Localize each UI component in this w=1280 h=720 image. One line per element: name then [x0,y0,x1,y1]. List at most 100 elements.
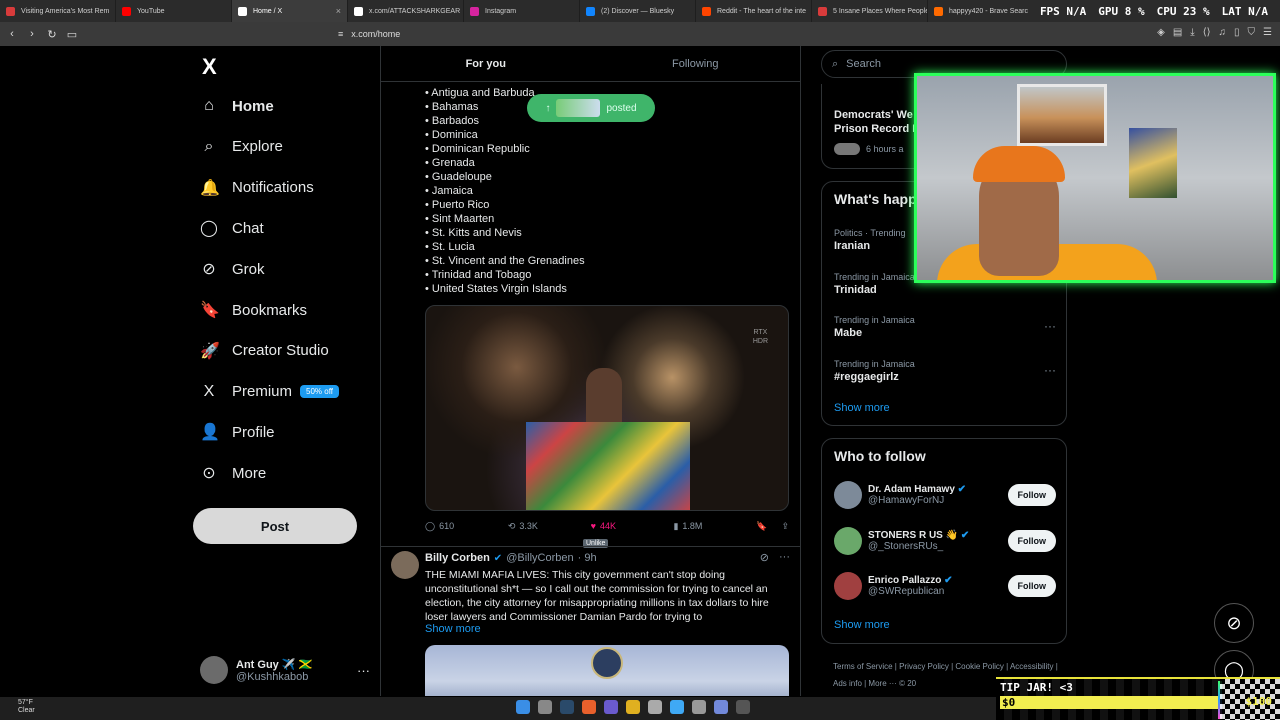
repost-button[interactable]: ⟲ 3.3K [508,521,591,532]
x-logo[interactable]: X [202,54,217,80]
grok-icon: ⊘ [202,261,216,279]
grok-float-icon[interactable]: ⊘ [1214,603,1254,643]
tweet[interactable]: Billy Corben ✔ @BillyCorben · 9h ⊘ ··· T… [381,546,800,696]
list-item: • United States Virgin Islands [425,283,567,295]
sidebar-item-bookmarks[interactable]: 🔖 Bookmarks [200,294,370,326]
app-icon[interactable] [692,700,706,714]
follow-button[interactable]: Follow [1007,484,1056,506]
sidebar-item-premium[interactable]: X Premium 50% off [200,376,370,408]
sidebar-item-label: More [232,464,267,482]
search-icon[interactable] [538,700,552,714]
sidebar-item-label: Bookmarks [232,301,308,319]
new-posts-pill[interactable]: ↑ posted [527,94,655,122]
brave-icon[interactable] [582,700,596,714]
discord-icon[interactable] [604,700,618,714]
site-info-icon[interactable]: ≡ [338,29,343,39]
url-field[interactable]: ≡ x.com/home [338,26,958,42]
rtx-hdr-badge: RTX HDR [752,329,768,345]
sidebar-item-home[interactable]: ⌂ Home [200,90,370,122]
obs-icon[interactable] [736,700,750,714]
browser-tab[interactable]: YouTube [116,0,232,22]
forward-icon[interactable]: › [24,28,40,40]
bookmark-icon[interactable]: ▯ [1234,27,1240,38]
avatar[interactable] [834,572,862,600]
author-name[interactable]: Billy Corben [425,552,490,564]
more-icon[interactable]: ··· [357,663,370,678]
account-switcher[interactable]: Ant Guy ✈️ 🇯🇲 @Kushhkabob ··· [200,650,370,690]
sidebar-item-creator-studio[interactable]: 🚀 Creator Studio [200,335,370,367]
sidebar-item-grok[interactable]: ⊘ Grok [200,253,370,285]
sidebar-item-profile[interactable]: 👤 Profile [200,416,370,448]
menu-icon[interactable]: ☰ [1263,27,1272,38]
who-show-more[interactable]: Show more [834,619,890,631]
post-button[interactable]: Post [193,508,357,544]
more-icon[interactable]: ··· [1044,363,1056,377]
sidebar-item-chat[interactable]: ◯ Chat [200,212,370,244]
weather-widget[interactable]: 57°F Clear [18,699,35,715]
reload-icon[interactable]: ↻ [44,28,60,41]
sidebar-item-label: Notifications [232,179,314,197]
follow-suggestion[interactable]: Dr. Adam Hamawy ✔ @HamawyForNJ Follow [834,479,1056,511]
sidebar-toggle-icon[interactable]: ▭ [64,28,80,41]
browser-tab[interactable]: Visiting America's Most Rem [0,0,116,22]
browser-tab[interactable]: x.com/ATTACKSHARKGEAR [348,0,464,22]
avatar[interactable] [834,481,862,509]
chat-icon[interactable] [714,700,728,714]
tweet-actions: ◯ 610 ⟲ 3.3K ♥ 44K ▮ 1.8M 🔖 ⇪ [425,518,789,534]
sidebar-item-explore[interactable]: ⌕ Explore [200,131,370,163]
more-icon[interactable]: ··· [1044,319,1056,333]
steam-icon[interactable] [560,700,574,714]
list-item: • Puerto Rico [425,199,490,211]
more-icon[interactable]: ··· [779,551,790,564]
folder-icon[interactable] [626,700,640,714]
avatar[interactable] [834,526,862,555]
download-icon[interactable]: ⤓ [1190,27,1194,38]
code-icon[interactable]: ⟨⟩ [1203,27,1211,38]
grok-icon[interactable]: ⊘ [760,551,769,564]
sidebar-item-label: Creator Studio [232,342,329,360]
profile-icon: 👤 [200,424,220,442]
tweet-image[interactable] [425,645,789,696]
suggestion-handle: @_StonersRUs_ [868,540,944,552]
settings-icon[interactable] [648,700,662,714]
browser-tab[interactable]: Instagram [464,0,580,22]
follow-suggestion[interactable]: STONERS R US 👋 ✔ @_StonersRUs_ Follow [834,525,1056,557]
views-button[interactable]: ▮ 1.8M [673,521,756,532]
author-handle[interactable]: @BillyCorben [506,552,573,564]
browser-tab[interactable]: Reddit - The heart of the inte [696,0,812,22]
tweet-video[interactable]: RTX HDR [425,305,789,511]
seal-image [591,647,623,679]
share-icon[interactable]: ⇪ [781,521,789,532]
browser-tab[interactable]: Home / X × [232,0,348,22]
trending-show-more[interactable]: Show more [834,402,890,414]
shield-icon[interactable]: ⛉ [1248,27,1256,38]
sidebar-item-more[interactable]: ⊙ More [200,457,370,489]
browser-tab[interactable]: happyy420 - Brave Search [928,0,1044,22]
like-button[interactable]: ♥ 44K [591,521,674,531]
app-icon[interactable] [670,700,684,714]
browser-tab[interactable]: (2) Discover — Bluesky [580,0,696,22]
reply-button[interactable]: ◯ 610 [425,521,508,532]
tab-for-you[interactable]: For you [381,46,591,81]
avatar[interactable] [391,551,419,579]
show-more-link[interactable]: Show more [425,623,481,635]
follow-suggestion[interactable]: Enrico Pallazzo ✔ @SWRepublican Follow [834,570,1056,602]
list-item: • Dominican Republic [425,143,530,155]
follow-button[interactable]: Follow [1007,575,1056,597]
close-icon[interactable]: × [336,6,341,16]
chat-icon: ◯ [200,220,218,238]
explore-icon: ⌕ [204,137,214,155]
browser-tab[interactable]: 5 Insane Places Where People [812,0,928,22]
sidebar-item-notifications[interactable]: 🔔 Notifications [200,172,370,204]
bookmark-icon[interactable]: 🔖 [756,521,767,532]
wallet-icon[interactable]: ▤ [1173,27,1182,38]
tab-following[interactable]: Following [591,46,801,81]
music-icon[interactable]: ♫ [1219,27,1227,38]
extension-icon[interactable]: ◈ [1157,27,1165,38]
trend-item[interactable]: Trending in Jamaica #reggaegirlz ··· [834,359,1056,383]
trend-item[interactable]: Trending in Jamaica Mabe ··· [834,315,1056,339]
follow-button[interactable]: Follow [1007,529,1056,552]
video-flag [526,422,690,510]
start-icon[interactable] [516,700,530,714]
back-icon[interactable]: ‹ [4,28,20,40]
